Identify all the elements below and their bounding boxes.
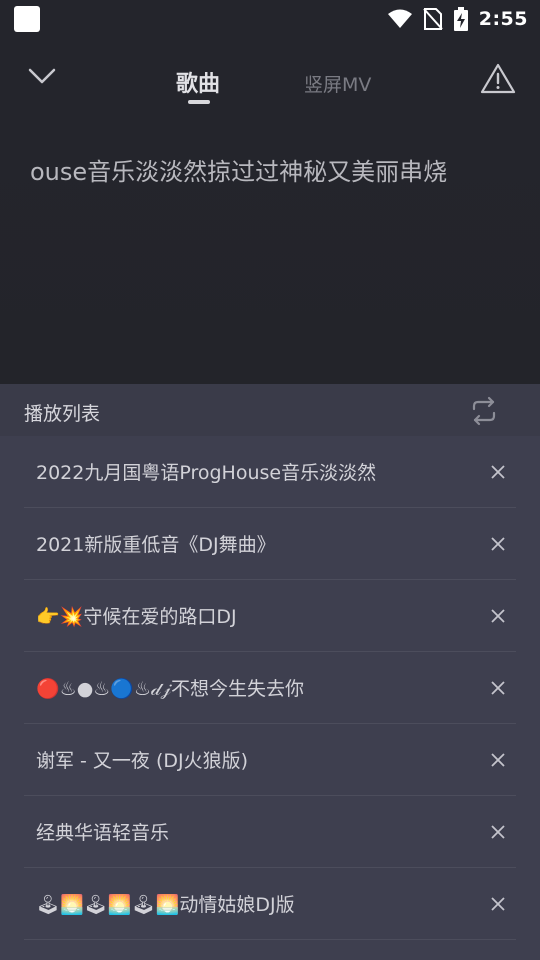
status-bar: 2:55	[0, 0, 540, 38]
tab-song[interactable]: 歌曲	[176, 66, 220, 98]
playlist-item[interactable]: 经典华语轻音乐	[24, 796, 516, 868]
playlist-item-label: 🔴♨●♨🔵♨𝒹𝒿不想今生失去你	[36, 678, 304, 700]
playlist-item[interactable]: 🔴♨●♨🔵♨𝒹𝒿不想今生失去你	[24, 652, 516, 724]
scrolling-song-title: ouse音乐淡淡然掠过过神秘又美丽串烧	[30, 158, 448, 186]
close-icon[interactable]	[488, 894, 508, 914]
close-icon[interactable]	[488, 462, 508, 482]
now-playing-area: ouse音乐淡淡然掠过过神秘又美丽串烧	[0, 110, 540, 384]
no-sim-icon	[422, 8, 443, 30]
status-time: 2:55	[478, 8, 528, 30]
active-tab-indicator	[188, 100, 210, 104]
playlist-item[interactable]: 2021新版重低音《DJ舞曲》	[24, 508, 516, 580]
app-square-icon	[14, 6, 40, 32]
playlist-item[interactable]: 🕹🌅🕹🌅🕹🌅动情姑娘DJ版	[24, 868, 516, 940]
playlist-list: 2022九月国粤语ProgHouse音乐淡淡然 2021新版重低音《DJ舞曲》 …	[0, 436, 540, 940]
playlist-item-label: 👉💥守候在爱的路口DJ	[36, 606, 237, 628]
close-icon[interactable]	[488, 750, 508, 770]
playlist-item-label: 谢军 - 又一夜 (DJ火狼版)	[36, 750, 249, 772]
close-icon[interactable]	[488, 678, 508, 698]
chevron-down-icon[interactable]	[26, 64, 58, 88]
player-header: 歌曲 竖屏MV	[0, 38, 540, 110]
battery-charging-icon	[453, 7, 468, 31]
close-icon[interactable]	[488, 534, 508, 554]
playlist-sheet: 播放列表 2022九月国粤语ProgHouse音乐淡淡然 2021新版重低音《D…	[0, 384, 540, 960]
playlist-item[interactable]: 2022九月国粤语ProgHouse音乐淡淡然	[24, 436, 516, 508]
playlist-item[interactable]: 👉💥守候在爱的路口DJ	[24, 580, 516, 652]
close-icon[interactable]	[488, 606, 508, 626]
repeat-icon[interactable]	[468, 396, 500, 426]
playlist-header: 播放列表	[0, 384, 540, 436]
status-icons: 2:55	[387, 7, 528, 31]
warning-icon[interactable]	[480, 62, 516, 94]
tab-vertical-mv[interactable]: 竖屏MV	[304, 70, 371, 97]
close-icon[interactable]	[488, 822, 508, 842]
playlist-item-label: 2021新版重低音《DJ舞曲》	[36, 534, 276, 556]
playlist-item[interactable]: 谢军 - 又一夜 (DJ火狼版)	[24, 724, 516, 796]
playlist-item-label: 2022九月国粤语ProgHouse音乐淡淡然	[36, 462, 377, 484]
playlist-item-label: 经典华语轻音乐	[36, 822, 170, 844]
wifi-icon	[387, 9, 412, 28]
playlist-title: 播放列表	[24, 403, 101, 425]
playlist-item-label: 🕹🌅🕹🌅🕹🌅动情姑娘DJ版	[36, 894, 295, 916]
